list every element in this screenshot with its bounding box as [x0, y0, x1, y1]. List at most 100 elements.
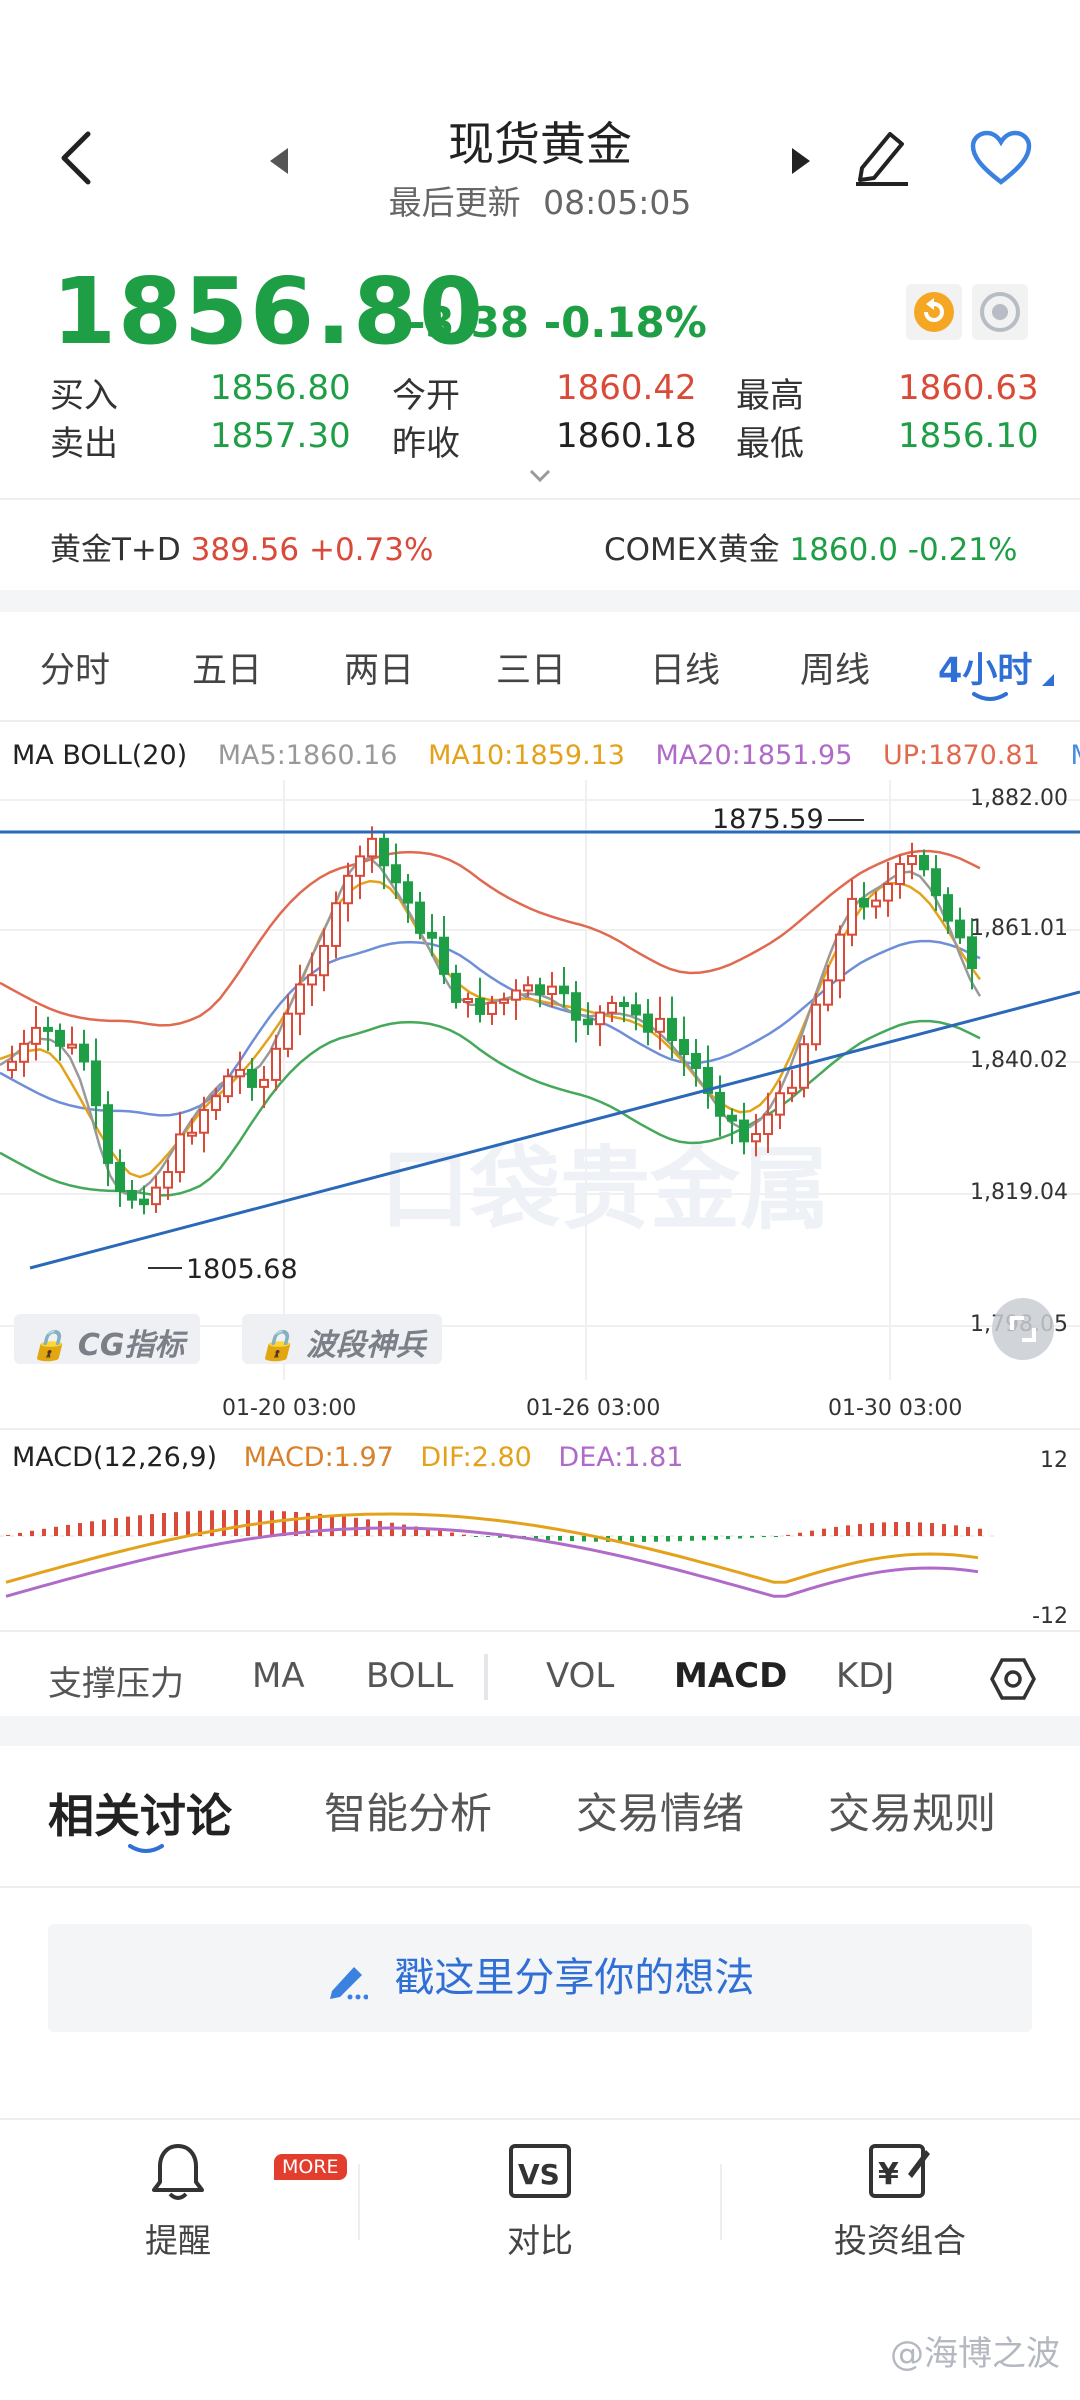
- macd-bar: [30, 1530, 34, 1536]
- tab-two-day[interactable]: 两日: [344, 642, 414, 693]
- nav-remind[interactable]: 提醒 MORE: [68, 2140, 347, 2262]
- candle-body: [367, 837, 377, 858]
- candle-body: [907, 855, 917, 866]
- candle-body: [259, 1078, 269, 1088]
- wave-tool-label: 波段神兵: [305, 1328, 426, 1363]
- macd-bar: [846, 1525, 850, 1536]
- macd-bar: [930, 1523, 934, 1536]
- tab-weekly[interactable]: 周线: [800, 642, 870, 693]
- macd-bar: [474, 1536, 478, 1537]
- open-value: 1860.42: [556, 368, 697, 408]
- macd-bar: [246, 1510, 250, 1536]
- td-name: 黄金T+D: [50, 532, 181, 568]
- tab-boll[interactable]: BOLL: [366, 1656, 453, 1696]
- fullscreen-icon[interactable]: [990, 1296, 1056, 1362]
- boll-up-label: UP:1870.81: [883, 740, 1040, 771]
- macd-bar: [330, 1515, 334, 1536]
- nav-compare[interactable]: VS 对比: [430, 2140, 650, 2262]
- cg-indicator-button[interactable]: 🔒 CG指标: [14, 1314, 201, 1364]
- tab-daily[interactable]: 日线: [650, 642, 720, 693]
- tab-macd[interactable]: MACD: [674, 1656, 787, 1696]
- expand-chevron-icon[interactable]: [528, 468, 552, 484]
- candle-body: [331, 902, 341, 947]
- price-change: -3.38 -0.18%: [408, 298, 707, 347]
- candle-body: [391, 864, 401, 884]
- svg-text:¥: ¥: [878, 2157, 899, 2192]
- comex-value: 1860.0 -0.21%: [789, 532, 1018, 568]
- dropdown-triangle-icon[interactable]: [1040, 672, 1056, 688]
- high-mark-label: 1875.59: [712, 804, 824, 835]
- divider: [0, 720, 1080, 722]
- candle-body: [67, 1043, 77, 1049]
- candle-body: [43, 1026, 53, 1032]
- candle-body: [415, 901, 425, 934]
- edit-icon[interactable]: [850, 124, 910, 188]
- candle-body: [739, 1119, 749, 1143]
- related-comex[interactable]: COMEX黄金 1860.0 -0.21%: [604, 524, 1017, 569]
- tab-fenshi[interactable]: 分时: [40, 642, 110, 693]
- candle-body: [235, 1068, 245, 1078]
- candle-body: [283, 1012, 293, 1050]
- tab-smart-analysis[interactable]: 智能分析: [324, 1780, 492, 1841]
- macd-bar: [978, 1528, 982, 1536]
- tab-discussion[interactable]: 相关讨论: [48, 1780, 232, 1846]
- candle-body: [175, 1133, 185, 1174]
- candle-body: [163, 1171, 173, 1189]
- favorite-heart-icon[interactable]: [970, 130, 1032, 186]
- lock-icon: 🔒: [30, 1328, 68, 1363]
- nav-remind-label: 提醒: [145, 2221, 211, 2260]
- x-label-2: 01-26 03:00: [526, 1396, 661, 1421]
- candle-body: [451, 972, 461, 1003]
- candle-body: [559, 985, 569, 995]
- candle-body: [247, 1068, 257, 1088]
- high-label: 最高: [736, 376, 804, 416]
- screen: 现货黄金 最后更新 08:05:05 1856.80 -3.38 -0.18% …: [0, 0, 1080, 2400]
- candle-body: [463, 997, 473, 1003]
- candle-body: [223, 1075, 233, 1098]
- dif-value: DIF:2.80: [420, 1442, 532, 1473]
- macd-bar: [894, 1522, 898, 1536]
- candle-body: [31, 1026, 41, 1045]
- macd-bar: [354, 1517, 358, 1536]
- macd-chart[interactable]: [0, 1484, 1000, 1630]
- nav-separator: [358, 2164, 360, 2240]
- related-td[interactable]: 黄金T+D 389.56 +0.73%: [50, 524, 433, 569]
- candlestick-chart[interactable]: 口袋贵金属 1875.59 1805.68: [0, 780, 1080, 1380]
- tab-five-day[interactable]: 五日: [192, 642, 262, 693]
- low-label: 最低: [736, 424, 804, 464]
- macd-bar: [858, 1524, 862, 1536]
- prev-close-value: 1860.18: [556, 416, 697, 456]
- more-badge: MORE: [274, 2154, 347, 2180]
- chart-watermark: 口袋贵金属: [380, 1137, 830, 1242]
- candle-body: [91, 1060, 101, 1107]
- nav-separator: [720, 2164, 722, 2240]
- bottom-nav: 提醒 MORE VS 对比 ¥ 投资组合: [0, 2118, 1080, 2318]
- candle-body: [475, 997, 485, 1015]
- candle-body: [955, 919, 965, 939]
- tab-vol[interactable]: VOL: [546, 1656, 614, 1696]
- macd-bar: [702, 1536, 706, 1541]
- section-gap: [0, 590, 1080, 612]
- comex-name: COMEX黄金: [604, 532, 780, 568]
- macd-bar: [462, 1534, 466, 1536]
- macd-bar: [222, 1510, 226, 1536]
- macd-bar: [738, 1536, 742, 1539]
- macd-bar: [402, 1524, 406, 1536]
- tab-ma[interactable]: MA: [252, 1656, 305, 1696]
- candle-body: [79, 1043, 89, 1063]
- macd-histogram: [6, 1510, 982, 1542]
- settings-hexagon-icon[interactable]: [990, 1656, 1036, 1702]
- tab-trade-sentiment[interactable]: 交易情绪: [576, 1780, 744, 1841]
- tab-trade-rules[interactable]: 交易规则: [828, 1780, 996, 1841]
- tab-three-day[interactable]: 三日: [496, 642, 566, 693]
- candle-body: [871, 899, 881, 908]
- next-instrument-icon[interactable]: [790, 146, 814, 176]
- nav-portfolio[interactable]: ¥ 投资组合: [790, 2140, 1010, 2262]
- tab-kdj[interactable]: KDJ: [836, 1656, 895, 1696]
- wave-tool-button[interactable]: 🔒 波段神兵: [242, 1314, 442, 1364]
- tab-4hour[interactable]: 4小时: [938, 642, 1032, 693]
- high-value: 1860.63: [898, 368, 1039, 408]
- share-thought-input[interactable]: 戳这里分享你的想法: [48, 1924, 1032, 2032]
- tab-support-resistance[interactable]: 支撑压力: [48, 1656, 184, 1705]
- divider: [0, 1886, 1080, 1888]
